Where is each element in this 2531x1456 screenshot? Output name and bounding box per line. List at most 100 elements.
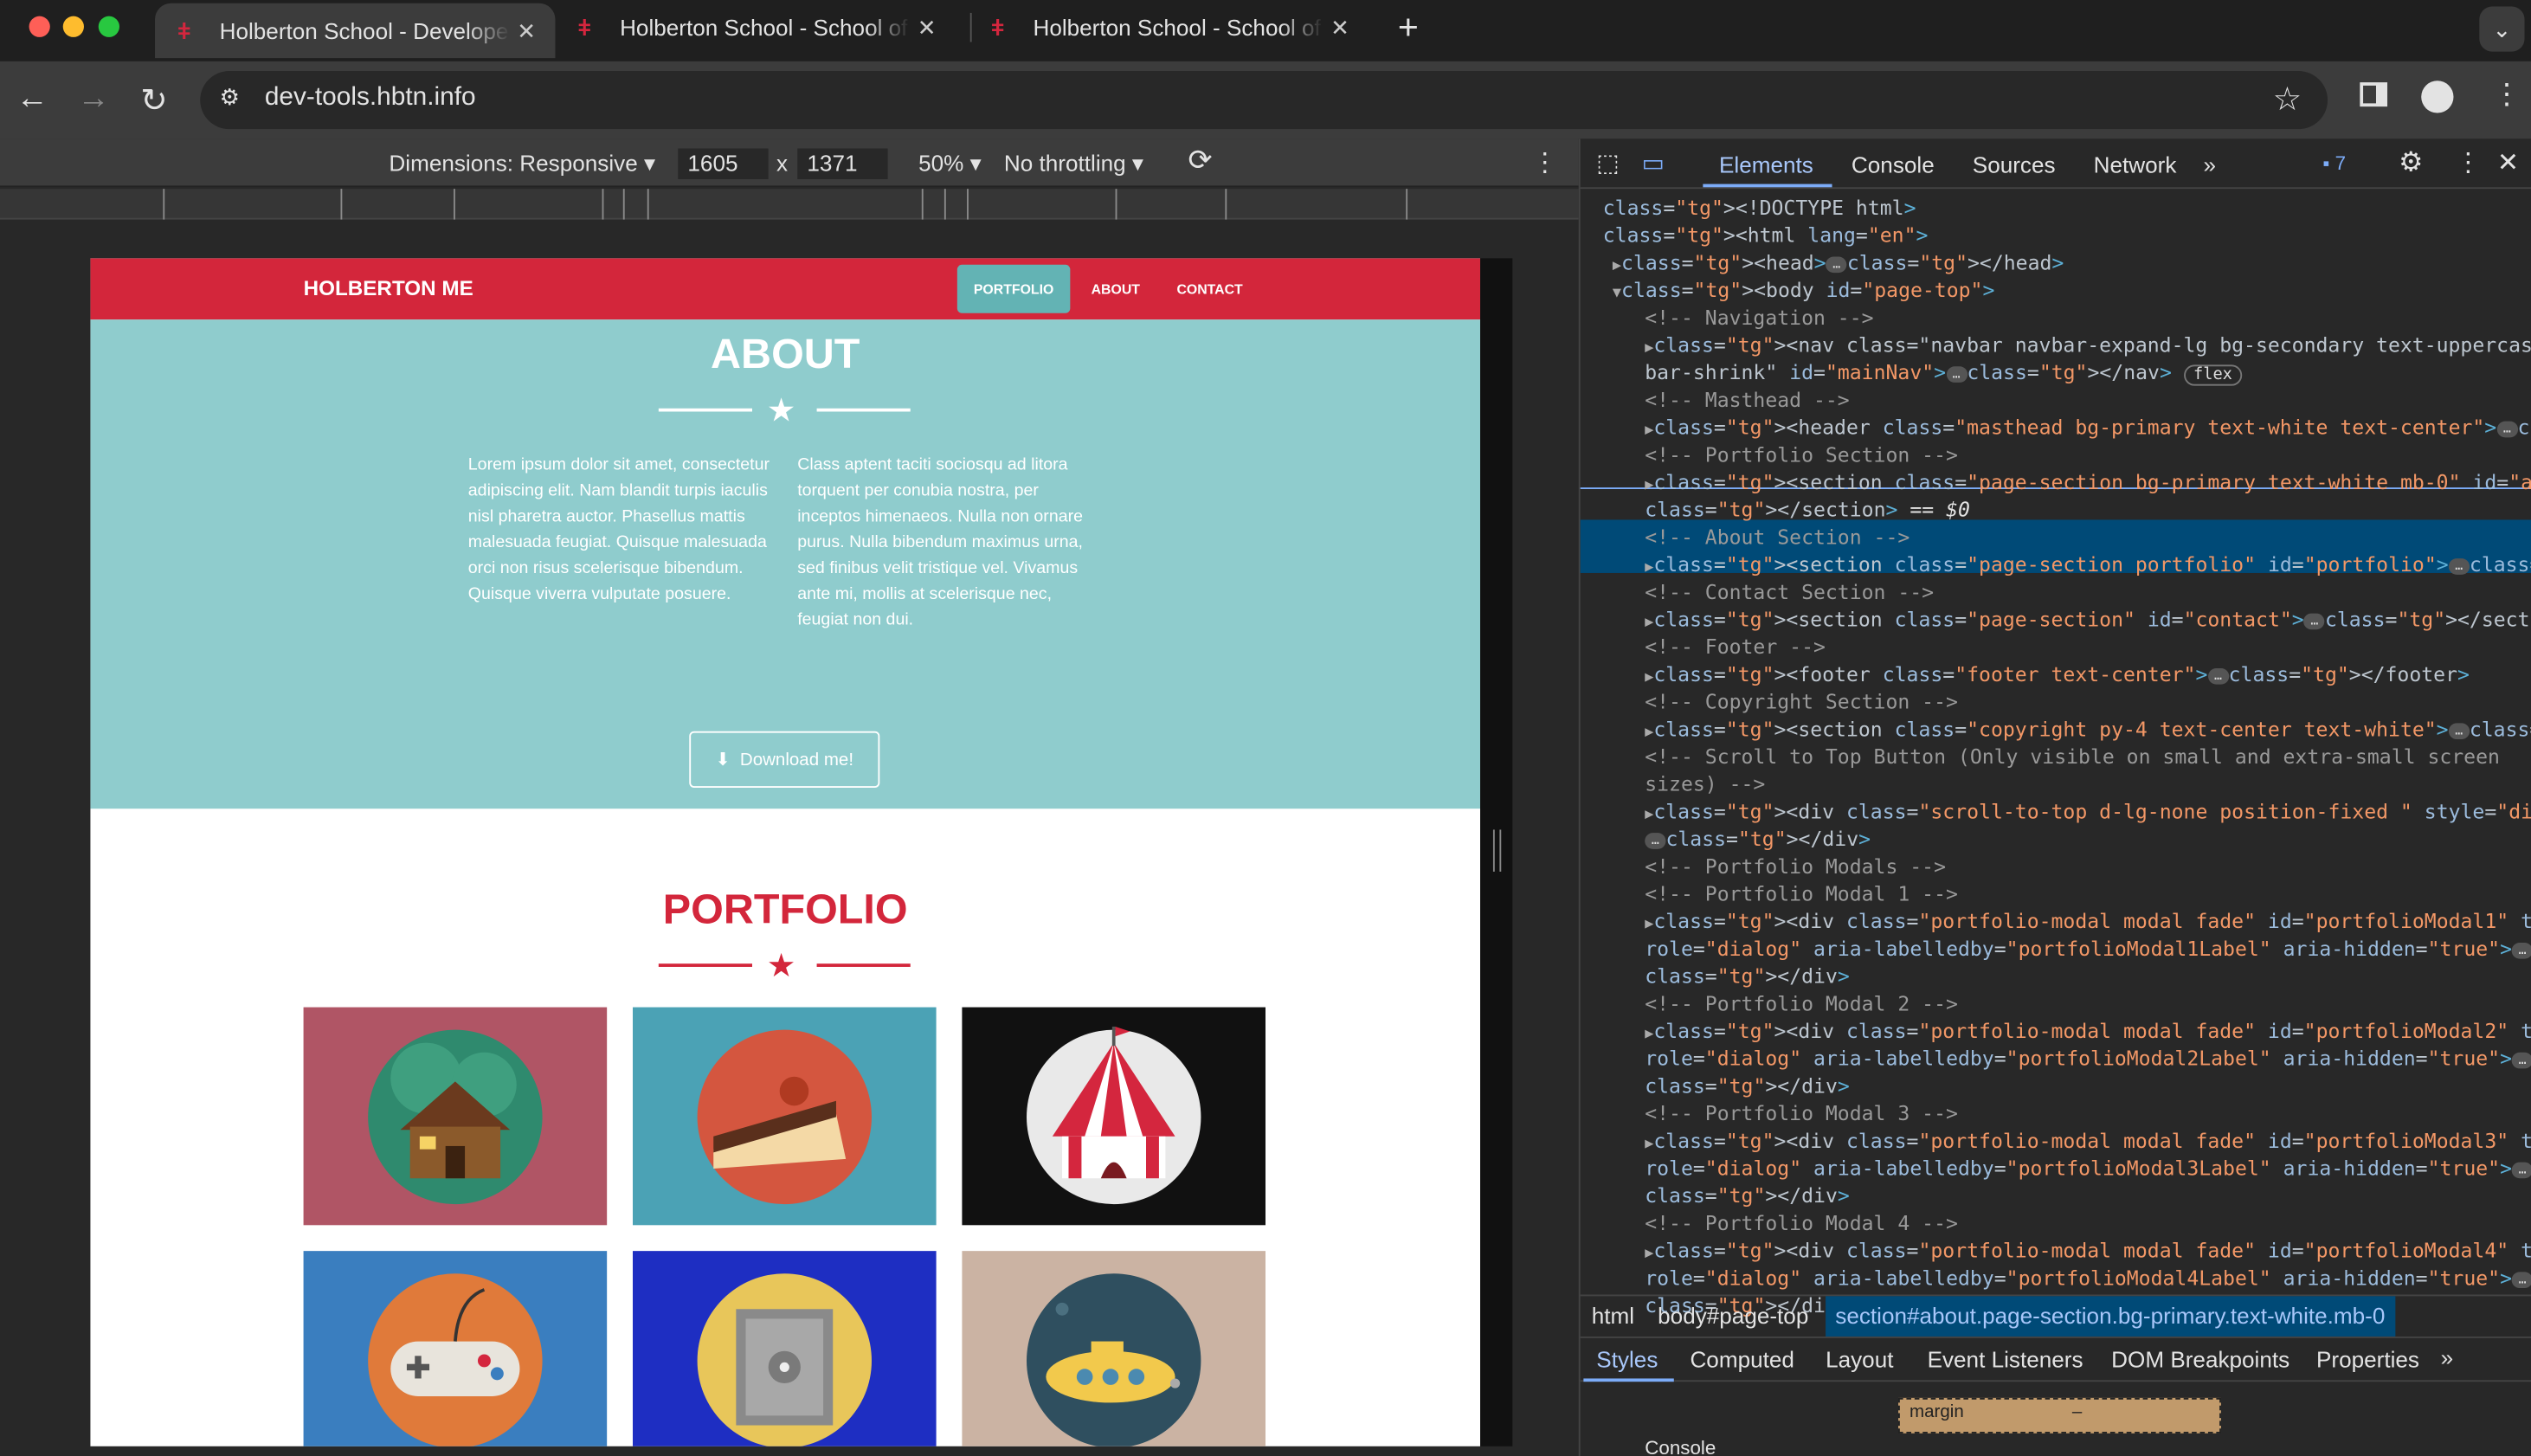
dom-tree-line[interactable]: <!-- Portfolio Modal 3 --> bbox=[1645, 1099, 1958, 1127]
site-info-icon[interactable]: ⚙ bbox=[220, 84, 240, 112]
tab-network[interactable]: Network bbox=[2094, 151, 2177, 177]
profile-avatar-icon[interactable] bbox=[2421, 81, 2454, 113]
dom-tree-line[interactable]: … class="tg"></div> bbox=[1645, 825, 1871, 853]
devtools-menu-icon[interactable]: ⋮ bbox=[2455, 147, 2481, 179]
dom-tree-line[interactable]: ▶class="tg"><div class="portfolio-modal … bbox=[1645, 1236, 2531, 1264]
dom-tree-line[interactable]: ▶class="tg"><div class="scroll-to-top d-… bbox=[1645, 797, 2531, 825]
dom-tree-line[interactable]: ▶class="tg"><footer class="footer text-c… bbox=[1645, 660, 2470, 688]
dom-tree-line[interactable]: role="dialog" aria-labelledby="portfolio… bbox=[1645, 1044, 2531, 1072]
tab-search-icon[interactable]: ⌄ bbox=[2479, 6, 2525, 52]
subtab-layout[interactable]: Layout bbox=[1826, 1346, 1893, 1372]
dom-tree-line[interactable]: <!-- Portfolio Modal 2 --> bbox=[1645, 989, 1958, 1017]
subtab-properties[interactable]: Properties bbox=[2316, 1346, 2419, 1372]
dom-tree-line[interactable]: ▶class="tg"><div class="portfolio-modal … bbox=[1645, 907, 2531, 935]
portfolio-card-cake[interactable] bbox=[633, 1007, 937, 1226]
dom-tree-line[interactable]: <!-- Portfolio Modal 4 --> bbox=[1645, 1209, 1958, 1237]
tab-sources[interactable]: Sources bbox=[1973, 151, 2056, 177]
dom-tree-line[interactable]: <!-- Copyright Section --> bbox=[1645, 687, 1958, 715]
issues-counter[interactable]: ▪ 7 bbox=[2322, 151, 2346, 174]
viewport-resize-handle[interactable] bbox=[1492, 829, 1502, 872]
portfolio-card-cabin[interactable] bbox=[303, 1007, 608, 1226]
portfolio-card-submarine[interactable] bbox=[962, 1251, 1266, 1446]
download-button[interactable]: ⬇ Download me! bbox=[689, 731, 880, 788]
dom-tree-line[interactable]: <!-- Footer --> bbox=[1645, 633, 1826, 660]
maximize-window-button[interactable] bbox=[98, 16, 119, 37]
nav-about-link[interactable]: ABOUT bbox=[1092, 280, 1140, 297]
close-window-button[interactable] bbox=[29, 16, 50, 37]
breadcrumb-section[interactable]: section#about.page-section.bg-primary.te… bbox=[1826, 1296, 2395, 1337]
dom-tree-line[interactable]: <!-- Masthead --> bbox=[1645, 386, 1850, 414]
portfolio-card-safe[interactable] bbox=[633, 1251, 937, 1446]
close-devtools-icon[interactable]: ✕ bbox=[2497, 147, 2519, 179]
dom-tree-line[interactable]: class="tg"><html lang="en"> bbox=[1603, 221, 1929, 248]
dom-tree-line[interactable]: class="tg"><!DOCTYPE html> bbox=[1603, 194, 1916, 222]
close-tab-icon[interactable]: ✕ bbox=[517, 17, 536, 45]
dom-tree-line[interactable]: role="dialog" aria-labelledby="portfolio… bbox=[1645, 1154, 2531, 1182]
dom-tree-line[interactable]: <!-- Contact Section --> bbox=[1645, 578, 1934, 606]
dom-tree-line[interactable]: ▶class="tg"><nav class="navbar navbar-ex… bbox=[1645, 331, 2531, 358]
dom-tree-line[interactable]: sizes) --> bbox=[1645, 770, 1765, 797]
dom-tree-line[interactable]: ▶class="tg"><header class="masthead bg-p… bbox=[1645, 413, 2531, 441]
portfolio-card-controller[interactable] bbox=[303, 1251, 608, 1446]
dom-tree-line[interactable]: class="tg"></section> == $0 bbox=[1645, 495, 1970, 523]
width-input[interactable]: 1605 bbox=[678, 148, 769, 179]
browser-tab-1[interactable]: ǂ Holberton School - Developer ✕ bbox=[155, 3, 556, 59]
close-tab-icon[interactable]: ✕ bbox=[1330, 14, 1349, 42]
dom-tree-line[interactable]: role="dialog" aria-labelledby="portfolio… bbox=[1645, 935, 2531, 963]
console-drawer-tab[interactable]: Console bbox=[1645, 1437, 1716, 1456]
inspect-element-icon[interactable]: ⬚ bbox=[1596, 149, 1619, 177]
subtab-dom-breakpoints[interactable]: DOM Breakpoints bbox=[2111, 1346, 2289, 1372]
address-bar[interactable]: ⚙ dev-tools.hbtn.info ☆ bbox=[200, 71, 2328, 130]
dom-tree-line[interactable]: <!-- About Section --> bbox=[1645, 523, 1910, 551]
dom-tree-line[interactable]: class="tg"></div> bbox=[1645, 1072, 1850, 1099]
browser-tab-3[interactable]: ǂ Holberton School - School of ✕ bbox=[969, 0, 1369, 55]
site-brand[interactable]: HOLBERTON ME bbox=[304, 276, 473, 300]
reload-icon[interactable]: ↻ bbox=[140, 81, 167, 121]
dom-tree-line[interactable]: ▶class="tg"><div class="portfolio-modal … bbox=[1645, 1127, 2531, 1155]
dom-tree-line[interactable]: bar-shrink" id="mainNav">… class="tg"></n… bbox=[1645, 358, 2243, 386]
minimize-window-button[interactable] bbox=[62, 16, 84, 37]
dom-tree-line[interactable]: ▶class="tg"><div class="portfolio-modal … bbox=[1645, 1017, 2531, 1045]
dom-tree-line[interactable]: ▶class="tg"><section class="copyright py… bbox=[1645, 715, 2531, 743]
browser-tab-2[interactable]: ǂ Holberton School - School of ✕ bbox=[555, 0, 955, 55]
throttling-dropdown[interactable]: No throttling ▾ bbox=[1004, 150, 1143, 177]
url-text[interactable]: dev-tools.hbtn.info bbox=[265, 84, 476, 113]
dimensions-dropdown[interactable]: Dimensions: Responsive ▾ bbox=[389, 150, 655, 177]
dom-tree-line[interactable]: <!-- Navigation --> bbox=[1645, 304, 1873, 332]
nav-contact-link[interactable]: CONTACT bbox=[1176, 280, 1242, 297]
side-panel-icon[interactable] bbox=[2360, 82, 2388, 107]
tab-elements[interactable]: Elements bbox=[1719, 151, 1813, 177]
zoom-dropdown[interactable]: 50% ▾ bbox=[918, 150, 982, 177]
dom-tree-line[interactable]: ▶class="tg"><section class="page-section… bbox=[1645, 605, 2531, 633]
tab-console[interactable]: Console bbox=[1852, 151, 1935, 177]
dom-tree-line[interactable]: <!-- Scroll to Top Button (Only visible … bbox=[1645, 743, 2500, 770]
bookmark-star-icon[interactable]: ☆ bbox=[2273, 79, 2302, 119]
nav-portfolio-link[interactable]: PORTFOLIO bbox=[956, 264, 1071, 313]
dom-tree-line[interactable]: ▶class="tg"><section class="page-section… bbox=[1645, 551, 2531, 578]
dom-tree-line[interactable]: class="tg"></div> bbox=[1645, 962, 1850, 989]
forward-icon[interactable]: → bbox=[78, 81, 110, 118]
more-tabs-icon[interactable]: » bbox=[2203, 151, 2216, 177]
close-tab-icon[interactable]: ✕ bbox=[918, 14, 937, 42]
dom-tree-line[interactable]: class="tg"></div> bbox=[1645, 1182, 1850, 1209]
settings-gear-icon[interactable]: ⚙ bbox=[2399, 147, 2423, 179]
device-toggle-icon[interactable]: ▭ bbox=[1642, 149, 1665, 177]
new-tab-icon[interactable]: + bbox=[1398, 6, 1419, 48]
back-icon[interactable]: ← bbox=[16, 81, 48, 118]
dom-tree-line[interactable]: ▶class="tg"><head>… class="tg"></head> bbox=[1613, 248, 2064, 276]
chrome-menu-icon[interactable]: ⋮ bbox=[2492, 78, 2521, 112]
subtab-computed[interactable]: Computed bbox=[1690, 1346, 1794, 1372]
more-subtabs-icon[interactable]: » bbox=[2441, 1344, 2454, 1370]
rotate-icon[interactable]: ⟳ bbox=[1188, 144, 1212, 177]
dom-tree-line[interactable]: <!-- Portfolio Section --> bbox=[1645, 441, 1958, 468]
height-input[interactable]: 1371 bbox=[797, 148, 888, 179]
portfolio-card-circus[interactable] bbox=[962, 1007, 1266, 1226]
dom-tree-line[interactable]: <!-- Portfolio Modal 1 --> bbox=[1645, 879, 1958, 907]
subtab-styles[interactable]: Styles bbox=[1596, 1346, 1658, 1372]
breadcrumb-html[interactable]: html bbox=[1592, 1303, 1634, 1329]
dom-tree-line[interactable]: <!-- Portfolio Modals --> bbox=[1645, 853, 1946, 880]
subtab-event-listeners[interactable]: Event Listeners bbox=[1928, 1346, 2083, 1372]
breadcrumb-body[interactable]: body#page-top bbox=[1658, 1303, 1808, 1329]
dom-tree-line[interactable]: ▶class="tg"><section class="page-section… bbox=[1645, 468, 2531, 496]
dom-tree-line[interactable]: ▼class="tg"><body id="page-top"> bbox=[1613, 276, 1994, 304]
